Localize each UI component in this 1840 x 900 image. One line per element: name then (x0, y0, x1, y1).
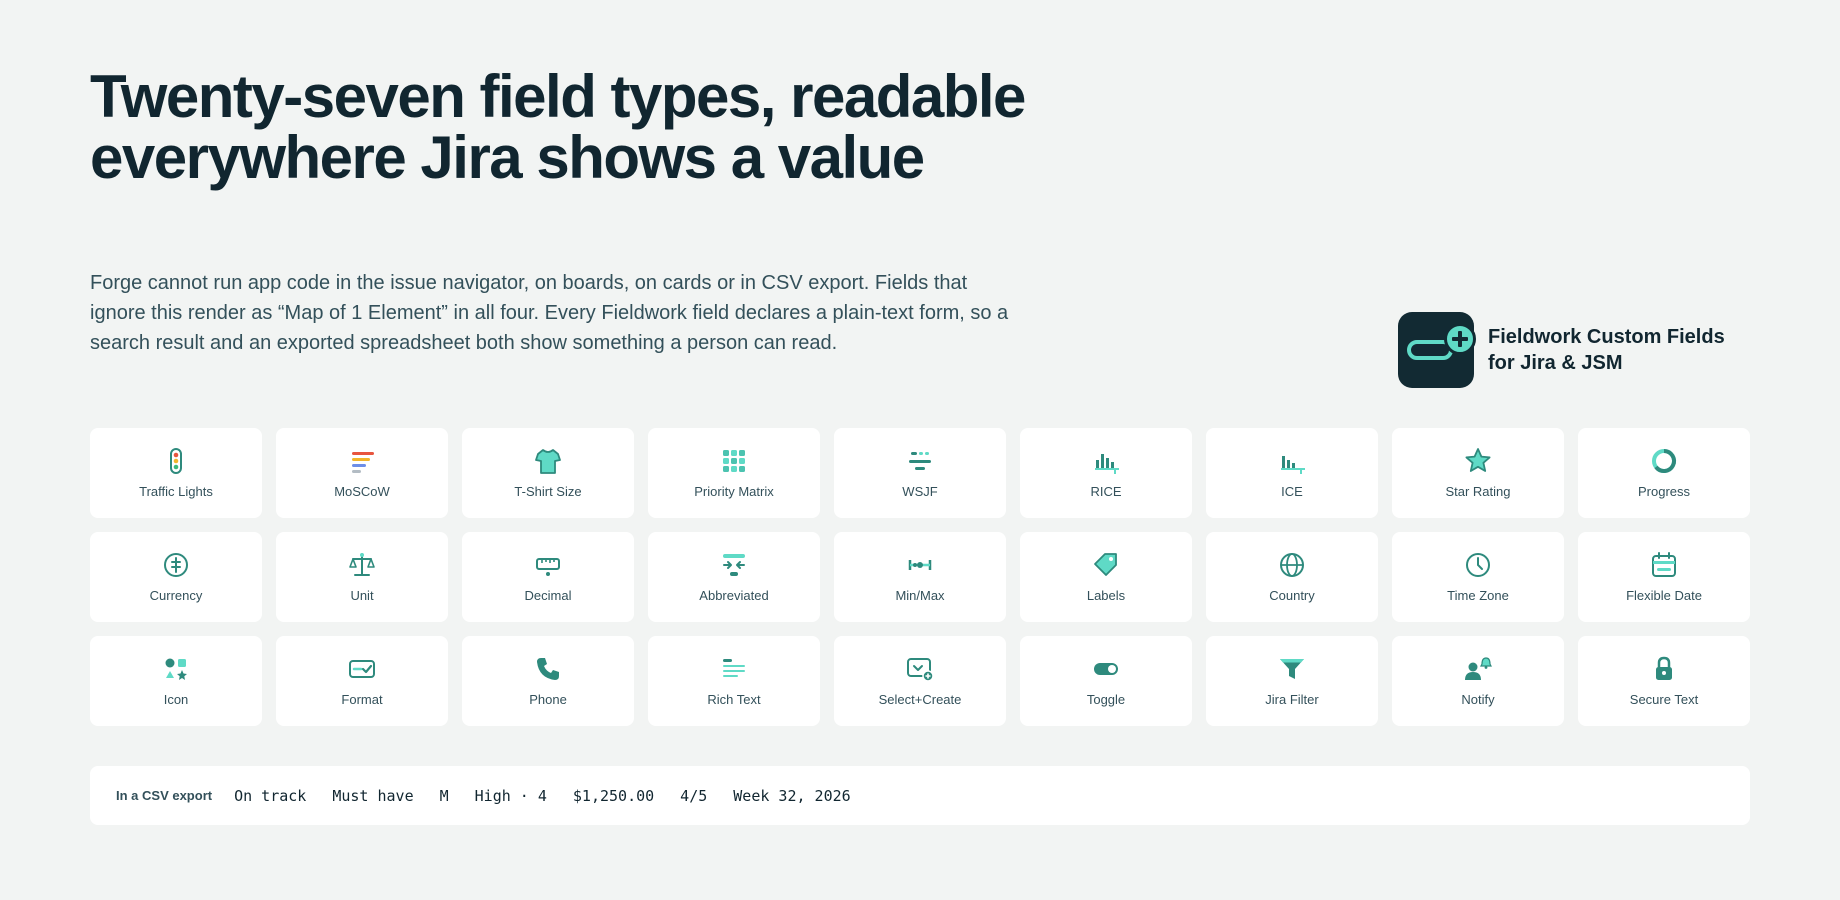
ruler-icon (533, 550, 563, 580)
field-type-label: Secure Text (1629, 692, 1699, 707)
field-type-tile-priority-matrix: Priority Matrix (648, 428, 820, 518)
field-type-tile-country: Country (1206, 532, 1378, 622)
globe-icon (1277, 550, 1307, 580)
field-type-tile-decimal: Decimal (462, 532, 634, 622)
filter-icon (1277, 654, 1307, 684)
traffic-lights-icon (161, 446, 191, 476)
field-type-tile-currency: Currency (90, 532, 262, 622)
field-type-tile-toggle: Toggle (1020, 636, 1192, 726)
rice-chart-icon (1091, 446, 1121, 476)
field-type-tile-jira-filter: Jira Filter (1206, 636, 1378, 726)
field-type-tile-traffic-lights: Traffic Lights (90, 428, 262, 518)
field-type-label: Currency (149, 588, 203, 603)
csv-value: High · 4 (474, 786, 547, 805)
field-type-label: Notify (1461, 692, 1495, 707)
calendar-icon (1649, 550, 1679, 580)
phone-icon (533, 654, 563, 684)
pill-plus-logo-icon (1398, 312, 1476, 388)
tshirt-icon (533, 446, 563, 476)
field-type-label: MoSCoW (334, 484, 390, 499)
field-type-label: Phone (529, 692, 567, 707)
field-type-tile-icon: Icon (90, 636, 262, 726)
field-type-label: ICE (1281, 484, 1303, 499)
field-type-label: Select+Create (878, 692, 962, 707)
clock-icon (1463, 550, 1493, 580)
lock-icon (1649, 654, 1679, 684)
field-type-label: Decimal (524, 588, 572, 603)
brand-name: Fieldwork Custom Fields for Jira & JSM (1488, 326, 1725, 374)
csv-export-label: In a CSV export (116, 788, 213, 803)
field-type-tile-flexible-date: Flexible Date (1578, 532, 1750, 622)
select-create-icon (905, 654, 935, 684)
notify-user-icon (1463, 654, 1493, 684)
progress-ring-icon (1649, 446, 1679, 476)
field-type-label: Priority Matrix (694, 484, 774, 499)
toggle-icon (1091, 654, 1121, 684)
field-type-tile-t-shirt-size: T-Shirt Size (462, 428, 634, 518)
field-type-tile-unit: Unit (276, 532, 448, 622)
field-type-tile-star-rating: Star Rating (1392, 428, 1564, 518)
field-type-label: T-Shirt Size (514, 484, 582, 499)
field-type-grid: Traffic Lights MoSCoW T-Shirt Size Priority… (90, 428, 1750, 726)
moscow-bars-icon (347, 446, 377, 476)
field-type-label: Jira Filter (1265, 692, 1319, 707)
field-type-tile-select-create: Select+Create (834, 636, 1006, 726)
csv-value: Week 32, 2026 (733, 786, 851, 805)
field-type-label: WSJF (902, 484, 938, 499)
field-type-tile-progress: Progress (1578, 428, 1750, 518)
field-type-label: Toggle (1086, 692, 1126, 707)
field-type-tile-phone: Phone (462, 636, 634, 726)
field-type-label: Labels (1086, 588, 1126, 603)
wsjf-icon (905, 446, 935, 476)
rich-text-icon (719, 654, 749, 684)
field-type-label: Traffic Lights (139, 484, 213, 499)
csv-value: On track (234, 786, 307, 805)
scale-icon (347, 550, 377, 580)
ice-chart-icon (1277, 446, 1307, 476)
page: Twenty-seven field types, readable every… (90, 0, 1750, 900)
field-type-tile-rice: RICE (1020, 428, 1192, 518)
field-type-tile-moscow: MoSCoW (276, 428, 448, 518)
csv-value: $1,250.00 (572, 786, 655, 805)
field-type-label: Star Rating (1445, 484, 1511, 499)
field-type-label: Icon (163, 692, 189, 707)
field-type-tile-wsjf: WSJF (834, 428, 1006, 518)
field-type-label: Flexible Date (1626, 588, 1702, 603)
csv-value: M (439, 786, 449, 805)
field-type-label: Format (341, 692, 383, 707)
shapes-icon (161, 654, 191, 684)
field-type-label: Rich Text (707, 692, 761, 707)
format-check-icon (347, 654, 377, 684)
csv-value: Must have (332, 786, 414, 805)
field-type-label: Abbreviated (699, 588, 769, 603)
matrix-grid-icon (719, 446, 749, 476)
field-type-label: RICE (1090, 484, 1122, 499)
field-type-label: Time Zone (1447, 588, 1509, 603)
csv-value: 4/5 (680, 786, 708, 805)
field-type-tile-min-max: Min/Max (834, 532, 1006, 622)
field-type-label: Progress (1637, 484, 1691, 499)
tag-icon (1091, 550, 1121, 580)
field-type-tile-ice: ICE (1206, 428, 1378, 518)
star-icon (1463, 446, 1493, 476)
field-type-tile-labels: Labels (1020, 532, 1192, 622)
field-type-tile-rich-text: Rich Text (648, 636, 820, 726)
csv-export-strip: In a CSV export On track Must have M Hig… (90, 766, 1750, 825)
brand-badge: Fieldwork Custom Fields for Jira & JSM (1398, 312, 1748, 388)
intro-paragraph: Forge cannot run app code in the issue n… (90, 272, 1009, 354)
compress-icon (719, 550, 749, 580)
page-title: Twenty-seven field types, readable every… (90, 63, 1026, 191)
field-type-tile-time-zone: Time Zone (1392, 532, 1564, 622)
currency-icon (161, 550, 191, 580)
field-type-tile-secure-text: Secure Text (1578, 636, 1750, 726)
field-type-tile-format: Format (276, 636, 448, 726)
range-icon (905, 550, 935, 580)
field-type-label: Min/Max (895, 588, 945, 603)
field-type-label: Country (1269, 588, 1315, 603)
field-type-tile-notify: Notify (1392, 636, 1564, 726)
field-type-label: Unit (350, 588, 374, 603)
field-type-tile-abbreviated: Abbreviated (648, 532, 820, 622)
